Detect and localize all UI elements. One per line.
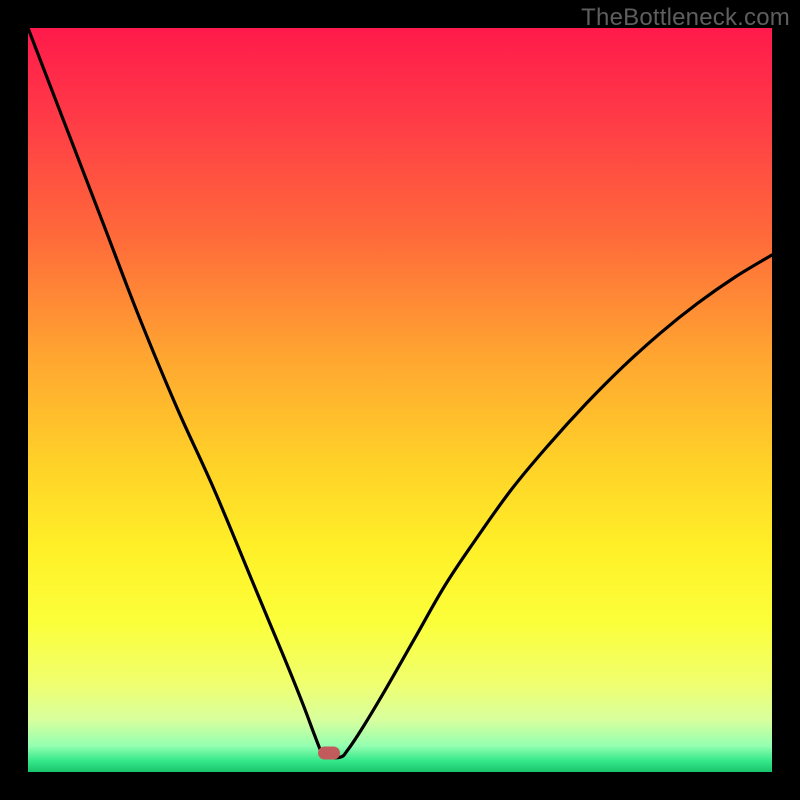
optimum-marker xyxy=(318,747,340,760)
chart-frame: TheBottleneck.com xyxy=(0,0,800,800)
bottleneck-curve xyxy=(28,28,772,772)
watermark-label: TheBottleneck.com xyxy=(581,4,790,32)
plot-area xyxy=(28,28,772,772)
